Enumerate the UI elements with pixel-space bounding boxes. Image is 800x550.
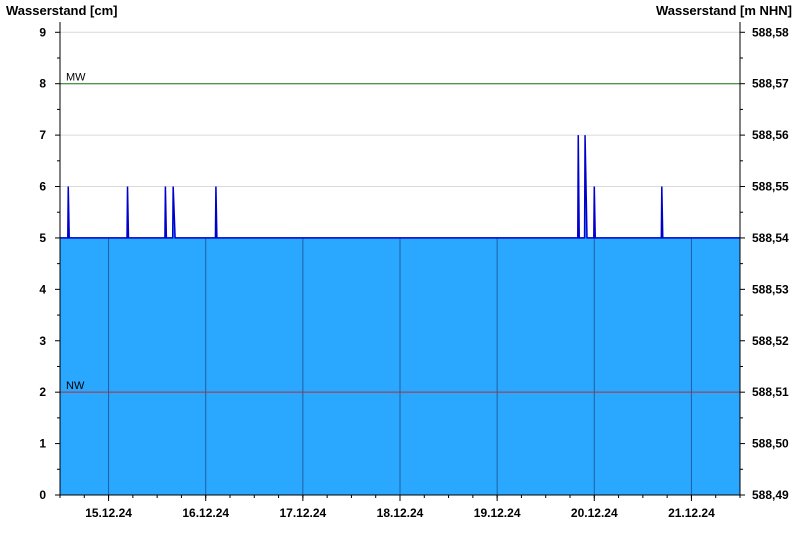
right-tick-label: 588,56 [752, 128, 789, 142]
left-tick-label: 7 [39, 128, 46, 142]
x-tick-label: 20.12.24 [571, 506, 618, 520]
left-tick-label: 1 [39, 437, 46, 451]
x-tick-label: 21.12.24 [668, 506, 715, 520]
right-axis-title: Wasserstand [m NHN] [656, 3, 792, 18]
x-tick-label: 18.12.24 [377, 506, 424, 520]
reference-label-nw: NW [66, 380, 85, 392]
x-tick-label: 17.12.24 [279, 506, 326, 520]
right-tick-label: 588,57 [752, 77, 789, 91]
left-axis-title: Wasserstand [cm] [6, 3, 118, 18]
left-tick-label: 3 [39, 334, 46, 348]
right-tick-label: 588,53 [752, 282, 789, 296]
x-tick-label: 19.12.24 [474, 506, 521, 520]
right-tick-label: 588,54 [752, 231, 789, 245]
right-tick-label: 588,50 [752, 437, 789, 451]
right-tick-label: 588,55 [752, 180, 789, 194]
left-tick-label: 0 [39, 488, 46, 502]
right-tick-label: 588,52 [752, 334, 789, 348]
x-tick-label: 16.12.24 [182, 506, 229, 520]
left-tick-label: 9 [39, 25, 46, 39]
left-tick-label: 6 [39, 180, 46, 194]
left-tick-label: 5 [39, 231, 46, 245]
right-tick-label: 588,49 [752, 488, 789, 502]
right-tick-label: 588,51 [752, 385, 789, 399]
reference-label-mw: MW [66, 72, 86, 84]
water-level-chart: Wasserstand [cm] Wasserstand [m NHN] MW N… [6, 3, 792, 520]
left-tick-label: 4 [39, 282, 46, 296]
plot-area: MW NW 0 1 2 3 4 5 6 7 8 9 588,49 588,50 588,51 588,52 58… [39, 22, 789, 520]
left-tick-label: 2 [39, 385, 46, 399]
left-tick-label: 8 [39, 77, 46, 91]
right-tick-label: 588,58 [752, 25, 789, 39]
x-tick-label: 15.12.24 [85, 506, 132, 520]
